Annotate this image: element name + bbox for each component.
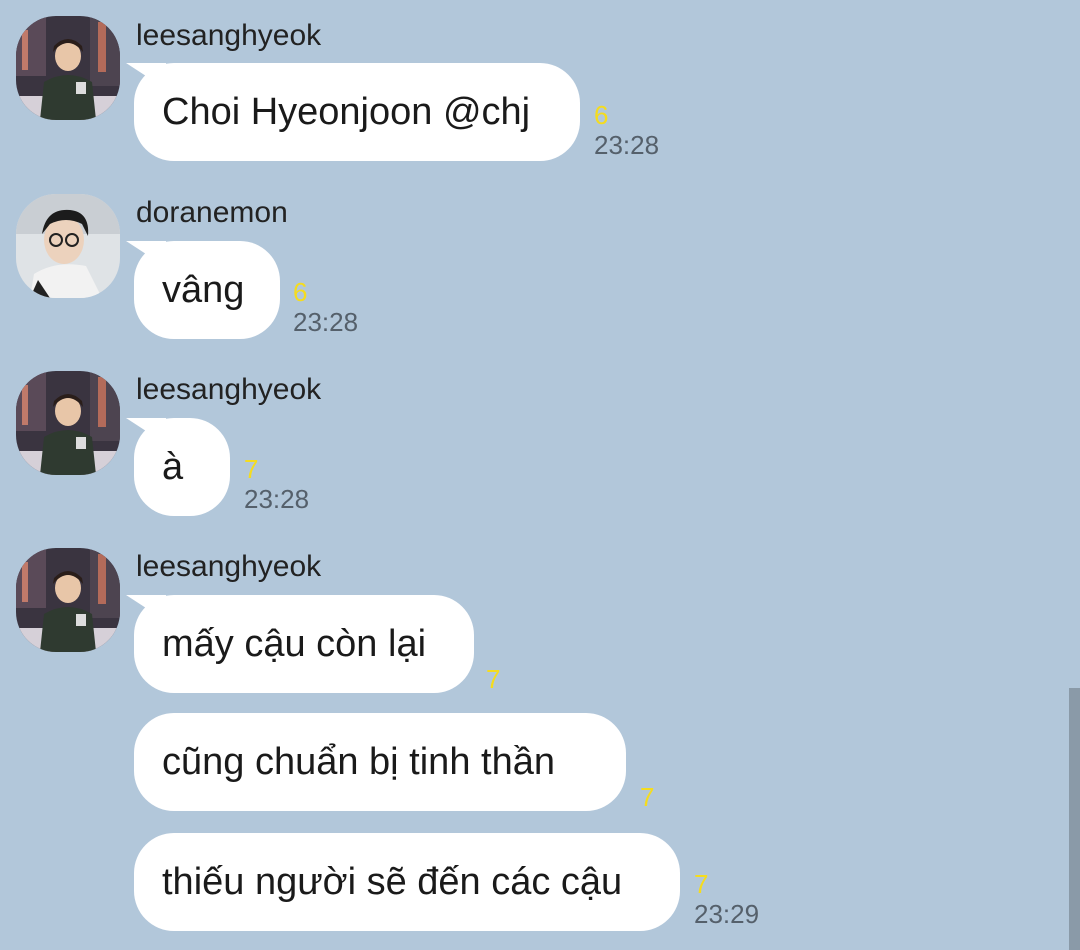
profile-photo-icon <box>16 16 120 120</box>
message-text: cũng chuẩn bị tinh thần <box>162 740 555 783</box>
timestamp: 23:28 <box>244 484 310 514</box>
message-bubble[interactable]: à <box>134 418 230 516</box>
message-meta: 7 23:28 <box>244 454 309 514</box>
unread-count: 7 <box>244 454 259 484</box>
avatar-doranemon[interactable] <box>16 194 120 298</box>
message-text: Choi Hyeonjoon @chj <box>162 90 531 133</box>
message-meta: 6 23:28 <box>293 277 358 337</box>
message-bubble[interactable]: cũng chuẩn bị tinh thần <box>134 713 626 811</box>
profile-photo-icon <box>16 548 120 652</box>
message-text: à <box>162 445 184 488</box>
message-text: mấy cậu còn lại <box>162 622 427 665</box>
sender-name: leesanghyeok <box>136 19 322 52</box>
avatar-leesanghyeok[interactable] <box>16 371 120 475</box>
message-text: thiếu người sẽ đến các cậu <box>162 860 623 903</box>
scrollbar-thumb[interactable] <box>1069 688 1080 950</box>
unread-count: 7 <box>694 869 709 899</box>
sender-name: leesanghyeok <box>136 550 322 583</box>
message-bubble[interactable]: Choi Hyeonjoon @chj <box>134 63 580 161</box>
timestamp: 23:28 <box>293 307 359 337</box>
unread-count: 6 <box>594 100 609 130</box>
unread-count: 7 <box>486 664 501 694</box>
message-meta: 7 23:29 <box>694 869 759 929</box>
message-meta: 6 23:28 <box>594 100 659 160</box>
sender-name: leesanghyeok <box>136 373 322 406</box>
message-meta: 7 <box>640 782 654 812</box>
avatar-leesanghyeok[interactable] <box>16 16 120 120</box>
message-bubble[interactable]: thiếu người sẽ đến các cậu <box>134 833 680 931</box>
timestamp: 23:28 <box>594 130 660 160</box>
message-meta: 7 <box>486 664 500 694</box>
sender-name: doranemon <box>136 196 288 229</box>
timestamp: 23:29 <box>694 899 760 929</box>
profile-photo-icon <box>16 194 120 298</box>
message-bubble[interactable]: mấy cậu còn lại <box>134 595 474 693</box>
unread-count: 6 <box>293 277 308 307</box>
profile-photo-icon <box>16 371 120 475</box>
message-text: vâng <box>162 268 245 311</box>
avatar-leesanghyeok[interactable] <box>16 548 120 652</box>
message-bubble[interactable]: vâng <box>134 241 280 339</box>
unread-count: 7 <box>640 782 655 812</box>
